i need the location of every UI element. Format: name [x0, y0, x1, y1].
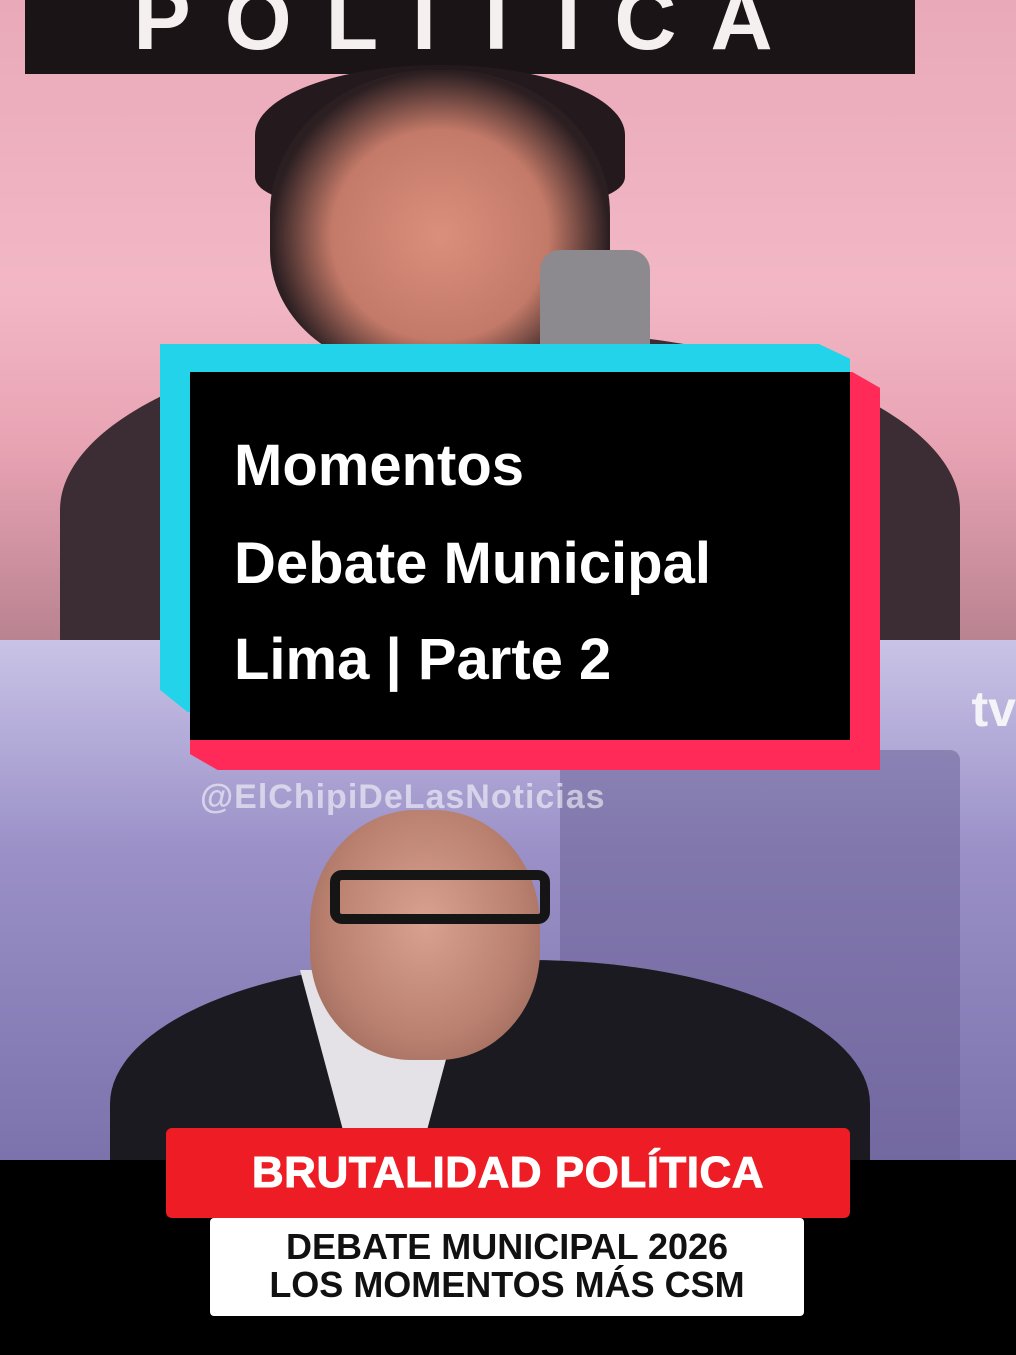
- studio-banner: POLITICA: [25, 0, 915, 74]
- title-card: Momentos Debate Municipal Lima | Parte 2: [190, 372, 850, 740]
- speaker-face: [310, 810, 540, 1060]
- caption-line-1: DEBATE MUNICIPAL 2026: [285, 1226, 729, 1267]
- speaker-glasses: [330, 870, 550, 924]
- caption-line-2: LOS MOMENTOS MÁS CSM: [269, 1264, 745, 1305]
- channel-logo: tv: [971, 681, 1016, 737]
- caption-box: DEBATE MUNICIPAL 2026 LOS MOMENTOS MÁS C…: [210, 1218, 804, 1316]
- title-line-3: Lima | Parte 2: [234, 627, 612, 692]
- caption-banner: BRUTALIDAD POLÍTICA: [166, 1128, 850, 1218]
- title-line-2: Debate Municipal: [234, 531, 711, 596]
- title-line-1: Momentos: [234, 433, 524, 498]
